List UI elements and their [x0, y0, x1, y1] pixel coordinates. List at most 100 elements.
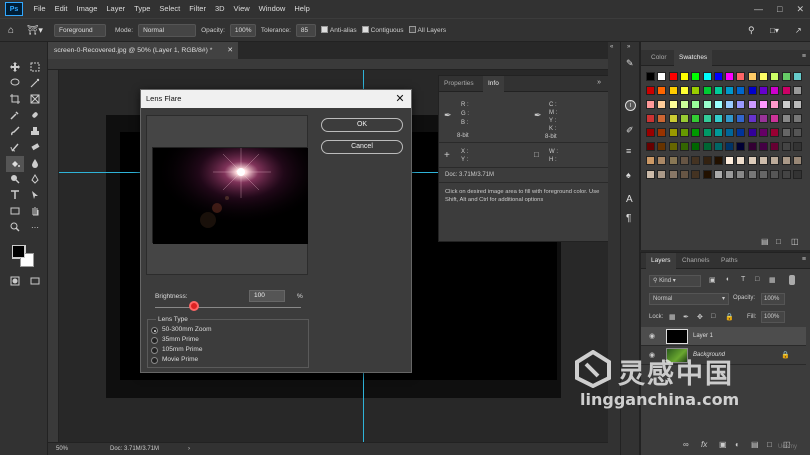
- history-panel-icon[interactable]: ✎: [626, 58, 634, 69]
- swatch[interactable]: [646, 170, 655, 179]
- dialog-close-button[interactable]: ✕: [393, 90, 407, 108]
- rgb-eyedropper-icon[interactable]: ✒: [444, 110, 452, 121]
- swatch[interactable]: [657, 170, 667, 179]
- hand-tool-icon[interactable]: [28, 204, 42, 218]
- menu-layer[interactable]: Layer: [102, 0, 130, 18]
- new-layer-icon[interactable]: □: [767, 440, 772, 449]
- swatch[interactable]: [759, 156, 768, 165]
- swatch[interactable]: [759, 86, 768, 95]
- swatch[interactable]: [668, 86, 678, 95]
- eye-icon[interactable]: ◉: [649, 332, 655, 340]
- clone-source-panel-icon[interactable]: ♠: [626, 170, 631, 180]
- kind-filter-select[interactable]: ⚲ Kind ▾: [649, 275, 701, 287]
- swatch[interactable]: [725, 170, 735, 179]
- swatch[interactable]: [770, 156, 780, 165]
- swatch[interactable]: [646, 156, 655, 165]
- swatch[interactable]: [770, 128, 780, 137]
- fill-source-select[interactable]: Foreground: [54, 23, 106, 37]
- horizontal-ruler[interactable]: [48, 59, 608, 70]
- swatch[interactable]: [691, 72, 701, 81]
- swatch[interactable]: [747, 72, 757, 81]
- minimize-icon[interactable]: —: [754, 0, 763, 18]
- swatch[interactable]: [792, 156, 802, 165]
- filter-shape-icon[interactable]: □: [755, 276, 759, 283]
- quick-mask-icon[interactable]: [8, 274, 22, 288]
- contiguous-checkbox[interactable]: Contiguous: [361, 26, 404, 34]
- swatch[interactable]: [770, 170, 780, 179]
- swatch[interactable]: [713, 86, 723, 95]
- lens-option-50-300mm[interactable]: 50-300mm Zoom: [148, 326, 298, 336]
- menu-edit[interactable]: Edit: [50, 0, 72, 18]
- brush-tool-icon[interactable]: [8, 124, 22, 138]
- swatch[interactable]: [713, 72, 723, 81]
- document-tab[interactable]: screen-0-Recovered.jpg @ 50% (Layer 1, R…: [48, 42, 238, 59]
- swatch[interactable]: [759, 100, 768, 109]
- swatch[interactable]: [713, 142, 723, 151]
- menu-type[interactable]: Type: [130, 0, 155, 18]
- clone-stamp-tool-icon[interactable]: [28, 124, 42, 138]
- delete-swatch-icon[interactable]: ◫: [791, 237, 799, 246]
- swatch[interactable]: [725, 114, 735, 123]
- brightness-slider-track[interactable]: [155, 307, 301, 308]
- eraser-tool-icon[interactable]: [28, 140, 42, 154]
- swatches-menu-icon[interactable]: ≡: [802, 53, 806, 60]
- fill-input[interactable]: 100%: [761, 311, 785, 323]
- opacity-input[interactable]: 100%: [229, 23, 256, 37]
- screen-mode-icon[interactable]: [28, 274, 42, 288]
- character-panel-icon[interactable]: A: [626, 194, 633, 205]
- swatch[interactable]: [657, 142, 667, 151]
- swatch[interactable]: [679, 86, 689, 95]
- swatch[interactable]: [747, 156, 757, 165]
- swatch[interactable]: [736, 170, 746, 179]
- tab-layers[interactable]: Layers: [646, 253, 676, 269]
- swatch[interactable]: [646, 128, 655, 137]
- filter-toggle-icon[interactable]: [789, 275, 795, 285]
- flare-center-crosshair-icon[interactable]: +: [236, 170, 240, 176]
- swatch[interactable]: [679, 170, 689, 179]
- swatch[interactable]: [713, 100, 723, 109]
- swatch[interactable]: [702, 170, 712, 179]
- swatch[interactable]: [668, 156, 678, 165]
- swatch[interactable]: [679, 142, 689, 151]
- swatch[interactable]: [668, 142, 678, 151]
- menu-image[interactable]: Image: [72, 0, 102, 18]
- swatch[interactable]: [759, 72, 768, 81]
- status-arrow-icon[interactable]: ›: [188, 443, 190, 455]
- paragraph-panel-icon[interactable]: ¶: [626, 213, 631, 224]
- lock-all-icon[interactable]: 🔒: [725, 313, 734, 321]
- swatch[interactable]: [725, 86, 735, 95]
- swatch[interactable]: [747, 128, 757, 137]
- lock-artboard-icon[interactable]: □: [711, 313, 715, 320]
- workspace-icon[interactable]: □▾: [770, 26, 779, 35]
- paint-bucket-tool-icon[interactable]: [6, 156, 24, 172]
- lasso-tool-icon[interactable]: [8, 76, 22, 90]
- marquee-tool-icon[interactable]: [28, 60, 42, 74]
- type-tool-icon[interactable]: [8, 188, 22, 202]
- lens-option-35mm[interactable]: 35mm Prime: [148, 336, 298, 346]
- swatch[interactable]: [657, 114, 667, 123]
- crop-tool-icon[interactable]: [8, 92, 22, 106]
- swatch[interactable]: [725, 72, 735, 81]
- vertical-ruler[interactable]: [48, 70, 59, 442]
- adjustments-panel-icon[interactable]: ≡: [626, 146, 631, 156]
- tab-color[interactable]: Color: [646, 50, 672, 66]
- menu-help[interactable]: Help: [290, 0, 314, 18]
- antialias-checkbox[interactable]: Anti-alias: [320, 26, 357, 34]
- tab-swatches[interactable]: Swatches: [674, 50, 713, 66]
- swatch[interactable]: [646, 100, 655, 109]
- swatch[interactable]: [725, 100, 735, 109]
- rectangle-tool-icon[interactable]: [8, 204, 22, 218]
- blur-tool-icon[interactable]: [28, 156, 42, 170]
- swatch[interactable]: [657, 72, 667, 81]
- swatch[interactable]: [646, 86, 655, 95]
- swatch[interactable]: [646, 142, 655, 151]
- swatch[interactable]: [736, 86, 746, 95]
- swatch[interactable]: [691, 142, 701, 151]
- swatch[interactable]: [668, 170, 678, 179]
- swatch[interactable]: [702, 100, 712, 109]
- path-selection-tool-icon[interactable]: [28, 188, 42, 202]
- zoom-tool-icon[interactable]: [8, 220, 22, 234]
- swatch[interactable]: [691, 128, 701, 137]
- swatch[interactable]: [691, 156, 701, 165]
- mode-select[interactable]: Normal: [138, 23, 197, 37]
